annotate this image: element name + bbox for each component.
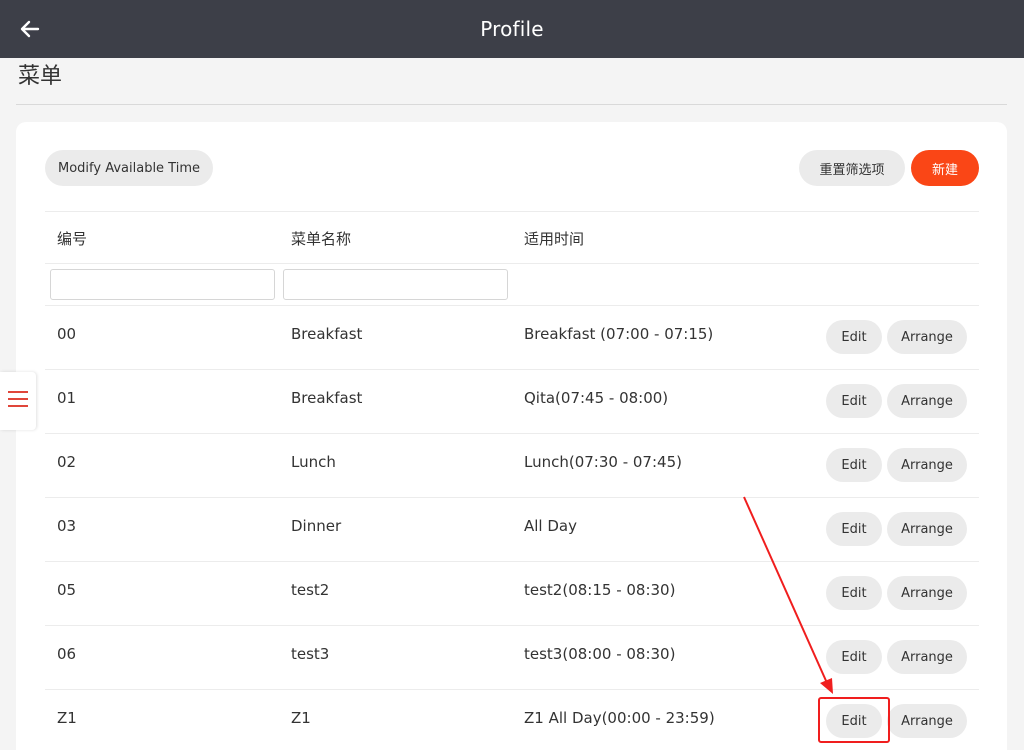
edit-button[interactable]: Edit <box>826 576 882 610</box>
row-menu-name: test3 <box>291 645 330 663</box>
row-applicable-time: Qita(07:45 - 08:00) <box>524 389 669 407</box>
row-menu-name: Z1 <box>291 709 311 727</box>
row-id: 06 <box>57 645 77 663</box>
edit-button[interactable]: Edit <box>826 320 882 354</box>
row-menu-name: Breakfast <box>291 389 363 407</box>
table-row: Z1 Z1 Z1 All Day(00:00 - 23:59) Edit Arrange <box>45 690 979 750</box>
edit-button[interactable]: Edit <box>826 640 882 674</box>
page-title: 菜单 <box>18 64 63 89</box>
arrange-button[interactable]: Arrange <box>887 640 967 674</box>
menu-list-card: Modify Available Time 重置筛选项 新建 编号 菜单名称 适… <box>16 122 1007 750</box>
column-header-menu-name: 菜单名称 <box>291 230 352 248</box>
heading-divider <box>16 104 1007 105</box>
header-divider <box>45 263 979 264</box>
edit-button[interactable]: Edit <box>826 704 882 738</box>
row-menu-name: Dinner <box>291 517 342 535</box>
hamburger-menu-icon <box>8 390 28 412</box>
table-top-divider <box>45 211 979 212</box>
table-row: 05 test2 test2(08:15 - 08:30) Edit Arrange <box>45 562 979 626</box>
arrange-button[interactable]: Arrange <box>887 704 967 738</box>
arrange-button[interactable]: Arrange <box>887 384 967 418</box>
row-menu-name: test2 <box>291 581 330 599</box>
row-applicable-time: Breakfast (07:00 - 07:15) <box>524 325 714 343</box>
row-applicable-time: Lunch(07:30 - 07:45) <box>524 453 682 471</box>
app-bar-title: Profile <box>480 17 544 41</box>
row-applicable-time: All Day <box>524 517 577 535</box>
arrange-button[interactable]: Arrange <box>887 448 967 482</box>
menu-name-filter-input[interactable] <box>283 269 508 300</box>
table-row: 06 test3 test3(08:00 - 08:30) Edit Arrange <box>45 626 979 690</box>
row-menu-name: Lunch <box>291 453 336 471</box>
table-row: 01 Breakfast Qita(07:45 - 08:00) Edit Arrang… <box>45 370 979 434</box>
row-menu-name: Breakfast <box>291 325 363 343</box>
row-id: 00 <box>57 325 77 343</box>
column-header-applicable-time: 适用时间 <box>524 230 585 248</box>
table-row: 03 Dinner All Day Edit Arrange <box>45 498 979 562</box>
back-arrow-icon[interactable] <box>18 17 42 41</box>
table-row: 02 Lunch Lunch(07:30 - 07:45) Edit Arrange <box>45 434 979 498</box>
edit-button[interactable]: Edit <box>826 512 882 546</box>
top-app-bar: Profile <box>0 0 1024 58</box>
arrange-button[interactable]: Arrange <box>887 512 967 546</box>
row-id: 05 <box>57 581 77 599</box>
modify-available-time-button[interactable]: Modify Available Time <box>45 150 213 186</box>
row-applicable-time: test2(08:15 - 08:30) <box>524 581 676 599</box>
row-applicable-time: test3(08:00 - 08:30) <box>524 645 676 663</box>
edit-button[interactable]: Edit <box>826 448 882 482</box>
sidebar-toggle-button[interactable] <box>0 372 36 430</box>
arrange-button[interactable]: Arrange <box>887 576 967 610</box>
row-id: 03 <box>57 517 77 535</box>
new-menu-button[interactable]: 新建 <box>911 150 979 186</box>
reset-filters-button[interactable]: 重置筛选项 <box>799 150 905 186</box>
id-filter-input[interactable] <box>50 269 275 300</box>
row-id: Z1 <box>57 709 77 727</box>
arrange-button[interactable]: Arrange <box>887 320 967 354</box>
edit-button[interactable]: Edit <box>826 384 882 418</box>
table-row: 00 Breakfast Breakfast (07:00 - 07:15) Edit… <box>45 306 979 370</box>
row-applicable-time: Z1 All Day(00:00 - 23:59) <box>524 709 715 727</box>
row-id: 02 <box>57 453 77 471</box>
column-header-id: 编号 <box>57 230 88 248</box>
row-id: 01 <box>57 389 77 407</box>
